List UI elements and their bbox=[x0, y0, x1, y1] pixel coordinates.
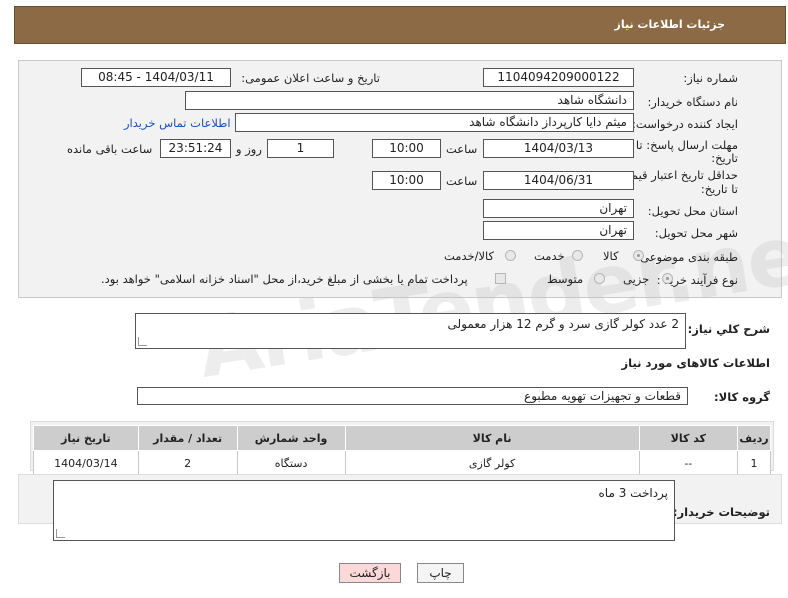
col-code: کد کالا bbox=[638, 425, 739, 451]
province-field: تهران bbox=[483, 199, 634, 218]
city-field: تهران bbox=[483, 221, 634, 240]
remaining-time-label: ساعت باقی مانده bbox=[67, 142, 153, 156]
validity-date-field: 1404/06/31 bbox=[483, 171, 634, 190]
category-label: طبقه بندی موضوعی: bbox=[636, 250, 738, 264]
cell-row: 1 bbox=[737, 450, 771, 476]
remaining-time-field: 23:51:24 bbox=[160, 139, 231, 158]
creator-field: میثم دایا کارپرداز دانشگاه شاهد bbox=[235, 113, 634, 132]
goods-group-label: گروه کالا: bbox=[714, 390, 770, 404]
goods-group-field: قطعات و تجهیزات تهویه مطبوع bbox=[137, 387, 688, 405]
deadline-date-field: 1404/03/13 bbox=[483, 139, 634, 158]
need-number-label: شماره نیاز: bbox=[683, 71, 738, 85]
process-medium-label: متوسط bbox=[547, 272, 584, 286]
days-remaining-field: 1 bbox=[267, 139, 334, 158]
deadline-time-label: ساعت bbox=[446, 142, 478, 156]
goods-table: ردیف کد کالا نام کالا واحد شمارش تعداد /… bbox=[33, 425, 771, 476]
process-minor-radio[interactable] bbox=[662, 273, 673, 284]
buyer-notes-textarea[interactable]: پرداخت 3 ماه bbox=[53, 480, 675, 541]
col-name: نام کالا bbox=[344, 425, 640, 451]
category-service-radio[interactable] bbox=[572, 250, 583, 261]
treasury-payment-note: پرداخت تمام یا بخشی از مبلغ خرید،از محل … bbox=[101, 272, 468, 286]
validity-label: حداقل تاریخ اعتبار قیمت: bbox=[616, 168, 738, 182]
province-label: استان محل تحویل: bbox=[647, 204, 738, 218]
category-goods-service-radio[interactable] bbox=[505, 250, 516, 261]
category-goods-label: کالا bbox=[603, 249, 619, 263]
resize-grip-icon[interactable] bbox=[138, 337, 147, 346]
summary-text: 2 عدد کولر گازی سرد و گرم 12 هزار معمولی bbox=[447, 317, 679, 331]
days-label: روز و bbox=[236, 142, 262, 156]
cell-name: کولر گازی bbox=[344, 450, 640, 476]
category-service-label: خدمت bbox=[534, 249, 565, 263]
col-unit: واحد شمارش bbox=[236, 425, 346, 451]
col-row: ردیف bbox=[737, 425, 771, 451]
deadline-time-field: 10:00 bbox=[372, 139, 441, 158]
validity-time-label: ساعت bbox=[446, 174, 478, 188]
city-label: شهر محل تحویل: bbox=[654, 226, 738, 240]
deadline-label: مهلت ارسال پاسخ: تا bbox=[635, 138, 738, 152]
table-row: 1 -- کولر گازی دستگاه 2 1404/03/14 bbox=[33, 450, 771, 476]
goods-section-title: اطلاعات کالاهای مورد نیاز bbox=[621, 356, 770, 370]
cell-need-date: 1404/03/14 bbox=[33, 450, 139, 476]
cell-unit: دستگاه bbox=[236, 450, 346, 476]
col-need-date: تاریخ نیاز bbox=[33, 425, 139, 451]
announce-datetime-field: 1404/03/11 - 08:45 bbox=[81, 68, 231, 87]
validity-label-2: تا تاریخ: bbox=[700, 182, 738, 196]
buyer-notes-label: توضیحات خریدار: bbox=[672, 505, 770, 519]
goods-table-header: ردیف کد کالا نام کالا واحد شمارش تعداد /… bbox=[33, 425, 771, 451]
buyer-notes-text: پرداخت 3 ماه bbox=[598, 486, 668, 500]
buyer-contact-link[interactable]: اطلاعات تماس خریدار bbox=[124, 116, 231, 130]
back-button[interactable]: بازگشت bbox=[339, 563, 401, 583]
buyer-org-field: دانشگاه شاهد bbox=[185, 91, 634, 110]
cell-quantity: 2 bbox=[137, 450, 238, 476]
page-title: جزئیات اطلاعات نیاز bbox=[614, 18, 726, 31]
creator-label: ایجاد کننده درخواست: bbox=[632, 117, 738, 131]
print-button[interactable]: چاپ bbox=[417, 563, 464, 583]
cell-code: -- bbox=[638, 450, 739, 476]
category-goods-radio[interactable] bbox=[633, 250, 644, 261]
process-medium-radio[interactable] bbox=[594, 273, 605, 284]
treasury-payment-checkbox[interactable] bbox=[495, 273, 506, 284]
need-number-field: 1104094209000122 bbox=[483, 68, 634, 87]
process-minor-label: جزیی bbox=[623, 272, 650, 286]
summary-textarea[interactable]: 2 عدد کولر گازی سرد و گرم 12 هزار معمولی bbox=[135, 313, 686, 349]
announce-label: تاریخ و ساعت اعلان عمومی: bbox=[241, 71, 380, 85]
deadline-label-2: تاریخ: bbox=[711, 151, 738, 165]
page-header: جزئیات اطلاعات نیاز bbox=[14, 6, 786, 44]
category-goods-service-label: کالا/خدمت bbox=[444, 249, 495, 263]
buyer-org-label: نام دستگاه خریدار: bbox=[647, 95, 738, 109]
validity-time-field: 10:00 bbox=[372, 171, 441, 190]
col-quantity: تعداد / مقدار bbox=[137, 425, 238, 451]
resize-grip-icon[interactable] bbox=[56, 529, 65, 538]
summary-label: شرح کلي نياز: bbox=[687, 322, 770, 336]
